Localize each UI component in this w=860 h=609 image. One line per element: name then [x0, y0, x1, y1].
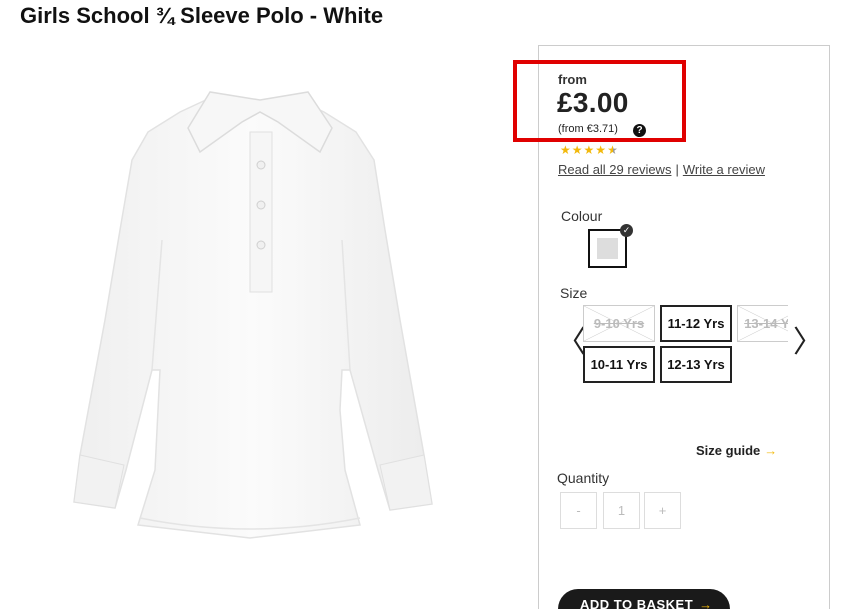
size-guide-link[interactable]: Size guide → — [696, 443, 777, 458]
size-option-10-11[interactable]: 10-11 Yrs — [583, 346, 655, 383]
quantity-label: Quantity — [557, 470, 610, 486]
arrow-right-icon: → — [764, 443, 778, 458]
size-carousel: 9-10 Yrs 11-12 Yrs 13-14 Yrs 10-11 Yrs 1… — [583, 305, 788, 385]
check-icon: ✓ — [620, 224, 633, 237]
product-title: Girls School ¾ Sleeve Polo - White — [20, 3, 384, 28]
star-rating: ★★★★★ — [560, 143, 619, 157]
read-reviews-link[interactable]: Read all 29 reviews — [558, 162, 671, 177]
quantity-decrease-button[interactable]: - — [560, 492, 597, 529]
star-icon: ★ — [583, 143, 596, 157]
colour-label: Colour — [561, 208, 603, 224]
price-from-label: from — [558, 72, 587, 87]
swatch-color — [597, 238, 618, 259]
write-review-link[interactable]: Write a review — [683, 162, 765, 177]
chevron-left-icon[interactable]: 〈 — [556, 328, 586, 358]
chevron-right-icon[interactable]: 〉 — [793, 328, 823, 358]
arrow-right-icon: → — [699, 597, 713, 609]
star-icon: ★ — [560, 143, 572, 157]
size-guide-label: Size guide — [696, 443, 761, 458]
product-image[interactable] — [60, 70, 480, 590]
size-label: Size — [560, 285, 588, 301]
colour-swatch-white[interactable]: ✓ — [588, 224, 633, 268]
size-option-12-13[interactable]: 12-13 Yrs — [660, 346, 732, 383]
star-icon: ★ — [571, 143, 584, 157]
reviews-links: Read all 29 reviews | Write a review — [558, 162, 765, 177]
size-option-11-12[interactable]: 11-12 Yrs — [660, 305, 732, 342]
polo-shirt-image — [73, 91, 433, 539]
size-option-9-10[interactable]: 9-10 Yrs — [583, 305, 655, 342]
reviews-separator: | — [675, 162, 679, 177]
half-star-icon: ★ — [607, 143, 619, 157]
quantity-input[interactable]: 1 — [603, 492, 640, 529]
price-value: £3.00 — [557, 87, 629, 118]
help-icon[interactable]: ? — [633, 124, 646, 137]
star-icon: ★ — [595, 143, 608, 157]
size-option-13-14[interactable]: 13-14 Yrs — [737, 305, 788, 342]
quantity-increase-button[interactable]: + — [644, 492, 681, 529]
add-to-basket-label: ADD TO BASKET — [580, 597, 694, 609]
price-alt-currency: (from €3.71) — [558, 123, 618, 135]
add-to-basket-button[interactable]: ADD TO BASKET → — [558, 589, 730, 609]
